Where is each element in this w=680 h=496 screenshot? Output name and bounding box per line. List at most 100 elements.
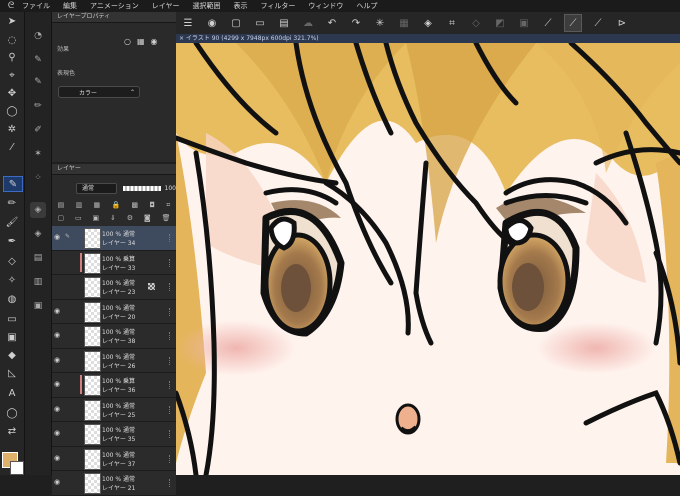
move-icon[interactable]: ✥ bbox=[3, 86, 21, 100]
subtool-airbrush-icon[interactable]: ⁘ bbox=[30, 170, 46, 186]
undo-icon[interactable]: ↶ bbox=[324, 15, 340, 31]
visibility-eye-icon[interactable]: ◉ bbox=[54, 405, 62, 413]
frame-icon[interactable]: ◆ bbox=[3, 348, 21, 362]
subtool-film-icon[interactable]: ▤ bbox=[30, 250, 46, 266]
drag-handle-icon[interactable] bbox=[169, 356, 172, 365]
reference-icon[interactable]: ▦ bbox=[94, 201, 101, 209]
cloud-icon[interactable]: ☁ bbox=[300, 15, 316, 31]
fill-icon[interactable]: ◈ bbox=[420, 15, 436, 31]
pencil-icon[interactable]: ✏ bbox=[3, 196, 21, 210]
selection-border-icon[interactable]: ▣ bbox=[516, 15, 532, 31]
lasso-icon[interactable]: ◯ bbox=[3, 104, 21, 118]
redo-icon[interactable]: ↷ bbox=[348, 15, 364, 31]
loading-icon[interactable]: ✳ bbox=[372, 15, 388, 31]
layer-row[interactable]: ◉ 100 % 通常 レイヤー 20 bbox=[52, 299, 176, 324]
ruler-icon[interactable]: ◺ bbox=[3, 366, 21, 380]
background-color-swatch[interactable] bbox=[10, 461, 24, 475]
operation-tool-icon[interactable]: ➤ bbox=[3, 14, 21, 28]
layer-row[interactable]: ◉ ✎ 100 % 通常 レイヤー 34 bbox=[52, 226, 176, 251]
transform-icon[interactable]: ⌗ bbox=[444, 15, 460, 31]
drag-handle-icon[interactable] bbox=[169, 381, 172, 389]
drag-handle-icon[interactable] bbox=[169, 332, 172, 340]
expression-color-select[interactable]: カラー ⌃ bbox=[58, 86, 140, 98]
new-mask-icon[interactable]: ◙ bbox=[144, 214, 151, 222]
layer-row[interactable]: 100 % 通常 レイヤー 23 bbox=[52, 275, 176, 300]
drag-handle-icon[interactable] bbox=[169, 405, 172, 414]
new-raster-layer-icon[interactable]: ▤ bbox=[58, 201, 65, 209]
menu-edit[interactable]: 編集 bbox=[63, 1, 77, 11]
menu-window[interactable]: ウィンドウ bbox=[308, 1, 343, 11]
visibility-eye-icon[interactable]: ◉ bbox=[54, 307, 62, 315]
lock-icon[interactable]: 🔒 bbox=[111, 201, 120, 209]
figure-icon[interactable]: ▣ bbox=[3, 330, 21, 344]
layer-row[interactable]: ◉ 100 % 通常 レイヤー 37 bbox=[52, 446, 176, 471]
visibility-eye-icon[interactable]: ◉ bbox=[54, 429, 62, 437]
visibility-eye-icon[interactable]: ◉ bbox=[54, 454, 62, 462]
drag-handle-icon[interactable] bbox=[169, 479, 172, 487]
ruler-snap-icon[interactable]: ⟋ bbox=[540, 15, 556, 31]
drawing-canvas[interactable] bbox=[176, 43, 680, 475]
grid-snap-icon[interactable]: ⟋ bbox=[590, 15, 606, 31]
gradient-icon[interactable]: ▭ bbox=[3, 312, 21, 326]
drag-handle-icon[interactable] bbox=[169, 430, 172, 438]
clear-icon[interactable]: ▦ bbox=[396, 15, 412, 31]
subtool-pen-icon[interactable]: ✎ bbox=[30, 52, 46, 68]
delete-layer-icon[interactable]: 🗑 bbox=[162, 214, 171, 222]
menu-animation[interactable]: アニメーション bbox=[90, 1, 139, 11]
flip-horizontal-icon[interactable]: ⊳ bbox=[614, 15, 630, 31]
mask-icon[interactable]: ◘ bbox=[149, 201, 155, 209]
drag-handle-icon[interactable] bbox=[169, 454, 172, 463]
zoom-icon[interactable]: ⚲ bbox=[3, 50, 21, 64]
layer-row[interactable]: ◉ 100 % 乗算 レイヤー 36 bbox=[52, 373, 176, 398]
subtool-timeline-icon[interactable]: ▥ bbox=[30, 274, 46, 290]
duplicate-icon[interactable]: ▣ bbox=[92, 214, 99, 222]
subtool-layers-icon[interactable]: ◈ bbox=[30, 226, 46, 242]
drag-handle-icon[interactable] bbox=[169, 283, 172, 291]
menu-selection[interactable]: 選択範囲 bbox=[193, 1, 221, 11]
new-file-icon[interactable]: ▢ bbox=[228, 15, 244, 31]
selection-area-icon[interactable]: ◌ bbox=[3, 33, 21, 47]
merge-icon[interactable]: ⇓ bbox=[110, 214, 116, 222]
subtool-layer-icon[interactable]: ◈ bbox=[30, 202, 46, 218]
clip-icon[interactable]: ▥ bbox=[76, 201, 83, 209]
magic-wand-icon[interactable]: ✲ bbox=[3, 122, 21, 136]
border-effect-icon[interactable]: ○ bbox=[124, 37, 131, 46]
airbrush-icon[interactable]: ✒ bbox=[3, 234, 21, 248]
layer-row[interactable]: ◉ 100 % 通常 レイヤー 26 bbox=[52, 348, 176, 373]
open-folder-icon[interactable]: ▭ bbox=[252, 15, 268, 31]
layer-row[interactable]: ◉ 100 % 通常 レイヤー 35 bbox=[52, 422, 176, 447]
subtool-navigator-icon[interactable]: ◔ bbox=[30, 28, 46, 44]
settings-icon[interactable]: ⚙ bbox=[127, 214, 133, 222]
invert-selection-icon[interactable]: ◩ bbox=[492, 15, 508, 31]
layer-row[interactable]: ◉ 100 % 通常 レイヤー 38 bbox=[52, 324, 176, 349]
menu-help[interactable]: ヘルプ bbox=[356, 1, 377, 11]
layer-color-icon[interactable]: ◉ bbox=[151, 37, 158, 46]
eraser-icon[interactable]: ◇ bbox=[3, 254, 21, 268]
menu-file[interactable]: ファイル bbox=[22, 1, 50, 11]
menu-filter[interactable]: フィルター bbox=[261, 1, 296, 11]
visibility-eye-icon[interactable]: ◉ bbox=[54, 380, 62, 388]
visibility-eye-icon[interactable] bbox=[54, 258, 62, 266]
layer-row[interactable]: ◉ 100 % 通常 レイヤー 25 bbox=[52, 397, 176, 422]
clip-studio-icon[interactable]: ◉ bbox=[204, 15, 220, 31]
visibility-eye-icon[interactable] bbox=[54, 282, 62, 290]
opacity-slider[interactable] bbox=[122, 185, 161, 191]
blend-mode-select[interactable]: 通常 bbox=[76, 182, 117, 194]
brush-icon[interactable]: 🖌 bbox=[3, 215, 21, 229]
drag-handle-icon[interactable] bbox=[169, 234, 172, 242]
deselect-icon[interactable]: ◇ bbox=[468, 15, 484, 31]
opacity-value[interactable]: 100 bbox=[165, 185, 176, 192]
menu-view[interactable]: 表示 bbox=[234, 1, 248, 11]
auto-select-icon[interactable]: ⌖ bbox=[3, 68, 21, 82]
subtool-brush-icon[interactable]: ✐ bbox=[30, 122, 46, 138]
blend-icon[interactable]: ✧ bbox=[3, 273, 21, 287]
subtool-pencil-icon[interactable]: ✏ bbox=[30, 98, 46, 114]
save-icon[interactable]: ▤ bbox=[276, 15, 292, 31]
visibility-eye-icon[interactable]: ◉ bbox=[54, 356, 62, 364]
special-ruler-snap-icon[interactable]: ⟋ bbox=[564, 14, 582, 32]
new-folder-icon[interactable]: ▭ bbox=[75, 214, 82, 222]
visibility-eye-icon[interactable]: ◉ bbox=[54, 233, 62, 241]
text-tool-icon[interactable]: A bbox=[3, 386, 21, 400]
subtool-decoration-icon[interactable]: ✶ bbox=[30, 146, 46, 162]
balloon-icon[interactable]: ◯ bbox=[3, 406, 21, 420]
